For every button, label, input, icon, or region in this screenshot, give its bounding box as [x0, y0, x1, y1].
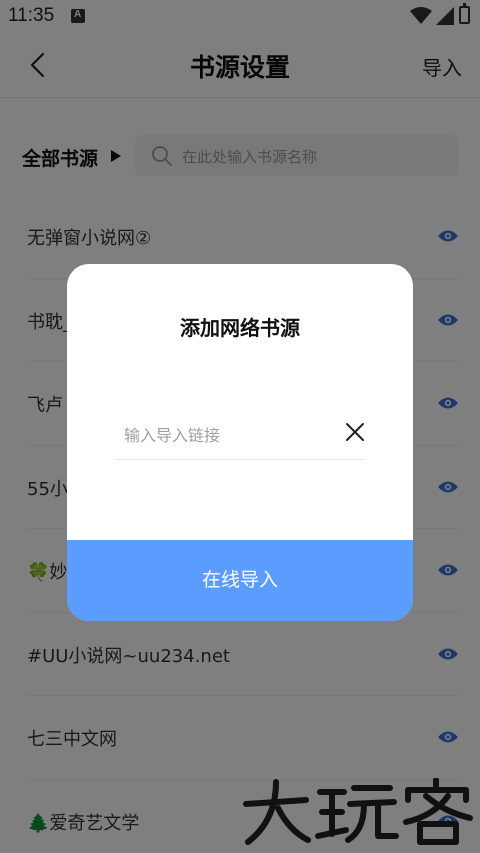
url-placeholder: 输入导入链接 — [124, 426, 221, 445]
url-input[interactable]: 输入导入链接 — [115, 410, 365, 460]
close-icon[interactable] — [345, 422, 365, 442]
watermark-logo — [240, 777, 476, 850]
online-import-button[interactable]: 在线导入 — [67, 540, 413, 621]
add-source-dialog: 添加网络书源 输入导入链接 在线导入 — [67, 264, 413, 621]
dialog-title: 添加网络书源 — [180, 316, 300, 340]
